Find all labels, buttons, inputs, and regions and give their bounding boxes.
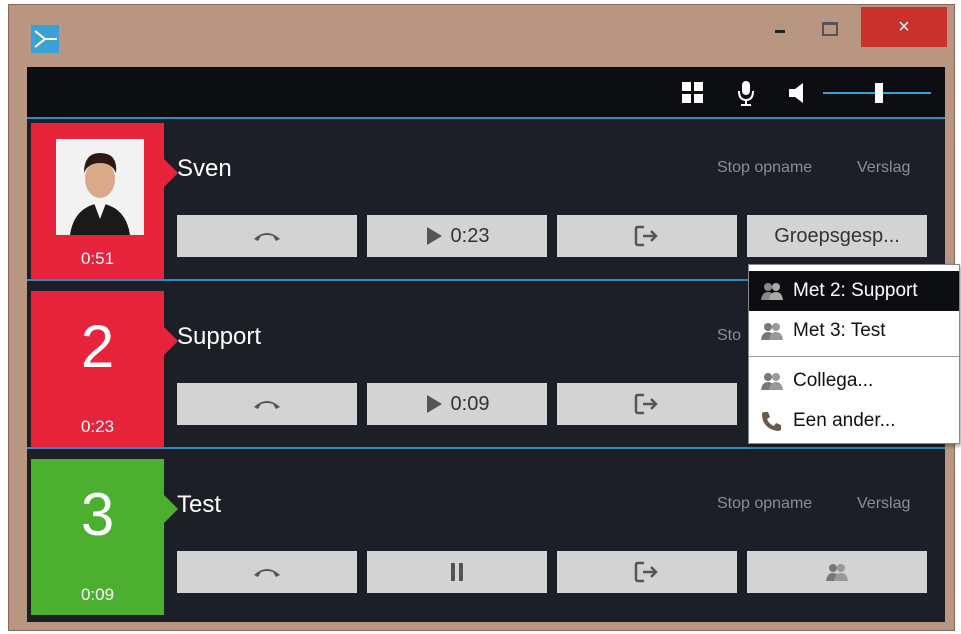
microphone-icon[interactable] [735,79,757,107]
play-icon [426,395,442,413]
hangup-button[interactable] [177,383,357,425]
menu-item-met-3-test[interactable]: Met 3: Test [749,311,959,351]
divider [27,447,945,449]
pause-icon [451,563,463,581]
call-badge[interactable]: 2 0:23 [31,291,178,447]
transfer-button[interactable] [557,215,737,257]
playback-time: 0:23 [450,224,490,247]
menu-item-met-2-support[interactable]: Met 2: Support [749,271,959,311]
group-icon [761,323,783,340]
badge-notch [164,159,178,187]
call-timer: 0:09 [80,585,115,604]
caller-name: Sven [177,155,232,182]
menu-item-label: Met 3: Test [793,320,886,341]
pause-button[interactable] [367,551,547,593]
transfer-icon [634,393,658,415]
grid-icon[interactable] [682,82,704,104]
hangup-button[interactable] [177,215,357,257]
report-link[interactable]: Verslag [857,495,910,513]
close-button[interactable]: × [861,7,947,47]
volume-thumb[interactable] [875,83,883,103]
menu-item-een-ander[interactable]: Een ander... [749,401,959,441]
badge-notch [164,327,178,355]
hangup-icon [254,401,280,409]
app-logo-icon [31,25,59,53]
badge-notch [164,495,178,523]
call-number: 3 [80,481,115,548]
group-call-button[interactable] [747,551,927,593]
playback-button[interactable]: 0:09 [367,383,547,425]
avatar [56,139,144,235]
menu-item-label: Met 2: Support [793,280,918,301]
call-badge[interactable]: 3 0:09 [31,459,178,615]
playback-button[interactable]: 0:23 [367,215,547,257]
caller-name: Test [177,491,222,518]
playback-time: 0:09 [450,392,490,415]
hangup-icon [254,569,280,577]
transfer-button[interactable] [557,551,737,593]
phone-icon [762,412,781,431]
volume-slider[interactable] [823,83,931,103]
stop-recording-link[interactable]: Stop opname [717,495,812,513]
hangup-button[interactable] [177,551,357,593]
call-row-sven: 0:51 Sven Stop opname Verslag 0:23 Groep… [27,119,945,281]
call-badge[interactable]: 0:51 [31,123,178,279]
group-icon [826,564,848,581]
transfer-icon [634,225,658,247]
caller-name: Support [177,323,262,350]
menu-item-label: Een ander... [793,410,896,431]
menu-item-label: Collega... [793,370,874,391]
stop-recording-link[interactable]: Sto [717,327,741,345]
call-timer: 0:51 [80,249,115,268]
call-number: 2 [80,313,115,380]
group-icon [761,373,783,390]
group-call-menu: Met 2: Support Met 3: Test Collega... Ee… [748,264,960,444]
group-call-button[interactable]: Groepsgesp... [747,215,927,257]
play-icon [426,227,442,245]
transfer-button[interactable] [557,383,737,425]
call-row-test: 3 0:09 Test Stop opname Verslag [27,455,945,622]
toolbar [27,67,945,117]
speaker-icon[interactable] [787,81,811,105]
menu-item-collega[interactable]: Collega... [749,361,959,401]
minimize-button[interactable] [769,17,795,39]
title-bar[interactable]: × [9,5,954,67]
group-icon [761,283,783,300]
hangup-icon [254,233,280,241]
menu-separator [749,356,959,357]
report-link[interactable]: Verslag [857,159,910,177]
call-timer: 0:23 [80,417,115,436]
stop-recording-link[interactable]: Stop opname [717,159,812,177]
maximize-button[interactable] [815,17,841,39]
transfer-icon [634,561,658,583]
